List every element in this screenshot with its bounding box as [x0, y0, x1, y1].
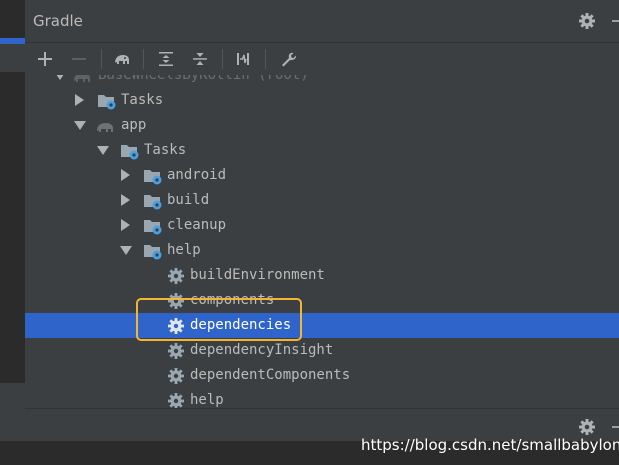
- editor-edge: [0, 0, 25, 465]
- elephant-icon: [95, 116, 115, 136]
- task-folder-icon: [120, 141, 140, 161]
- gear-icon: [166, 391, 186, 408]
- tree-row-task[interactable]: buildEnvironment: [25, 263, 619, 288]
- tree-row-help[interactable]: help: [25, 238, 619, 263]
- gear-icon: [166, 341, 186, 361]
- gear-icon[interactable]: [578, 418, 596, 436]
- hide-icon[interactable]: [612, 20, 619, 22]
- tree-row-label: android: [167, 167, 227, 183]
- tree-row-label: dependencyInsight: [190, 342, 334, 358]
- remove-icon[interactable]: [67, 47, 91, 71]
- tree-row-label: buildEnvironment: [190, 267, 325, 283]
- chevron-right-icon[interactable]: [121, 194, 130, 206]
- tree-row-project[interactable]: BaseWheelsByKotlin (root): [25, 75, 619, 88]
- tree-row-tasks[interactable]: Tasks: [25, 88, 619, 113]
- gear-icon: [166, 366, 186, 386]
- hide-icon[interactable]: [612, 426, 619, 428]
- tool-window-header: Gradle: [25, 0, 619, 43]
- toolbar-separator: [265, 49, 266, 69]
- tree-row-label: cleanup: [167, 217, 227, 233]
- tree-row-task[interactable]: dependentComponents: [25, 363, 619, 388]
- tree-row-app[interactable]: app: [25, 113, 619, 138]
- toolbar-separator: [222, 49, 223, 69]
- gradle-task-tree: BaseWheelsByKotlin (root) Tasks app Task…: [25, 75, 619, 408]
- chevron-down-icon[interactable]: [54, 75, 66, 80]
- task-folder-icon: [143, 241, 163, 261]
- add-icon[interactable]: [33, 47, 57, 71]
- gradle-tool-window: Gradle BaseWheelsByKotlin (root) Tasks a…: [25, 0, 619, 408]
- tree-row-label: Tasks: [121, 92, 164, 108]
- tree-row-label: build: [167, 192, 210, 208]
- tree-row-label: help: [190, 392, 224, 408]
- gear-icon[interactable]: [578, 12, 596, 30]
- annotation-highlight-box: [136, 298, 302, 341]
- chevron-down-icon[interactable]: [74, 121, 86, 130]
- tree-row-cleanup[interactable]: cleanup: [25, 213, 619, 238]
- chevron-right-icon[interactable]: [121, 219, 130, 231]
- task-folder-icon: [143, 166, 163, 186]
- wrench-icon[interactable]: [276, 47, 300, 71]
- chevron-right-icon[interactable]: [75, 94, 84, 106]
- tree-row-label: dependentComponents: [190, 367, 351, 383]
- tree-row-label: help: [167, 242, 201, 258]
- toolbar-separator: [143, 49, 144, 69]
- tree-row-task-selected[interactable]: dependencies: [25, 313, 619, 338]
- gear-icon: [166, 266, 186, 286]
- task-folder-icon: [97, 91, 117, 111]
- tree-row-build[interactable]: build: [25, 188, 619, 213]
- toggle-offline-icon[interactable]: [231, 47, 255, 71]
- watermark-text: https://blog.csdn.net/smallbabylong: [361, 436, 619, 454]
- chevron-down-icon[interactable]: [97, 146, 109, 155]
- task-folder-icon: [143, 216, 163, 236]
- collapse-all-icon[interactable]: [188, 47, 212, 71]
- tree-row-label: Tasks: [144, 142, 187, 158]
- chevron-down-icon[interactable]: [120, 246, 132, 255]
- tree-row-task[interactable]: help: [25, 388, 619, 408]
- tree-row-tasks[interactable]: Tasks: [25, 138, 619, 163]
- tool-window-title: Gradle: [33, 12, 83, 30]
- toolbar-separator: [101, 49, 102, 69]
- expand-all-icon[interactable]: [154, 47, 178, 71]
- gradle-toolbar: [25, 43, 619, 75]
- tree-row-label: app: [121, 117, 147, 133]
- task-folder-icon: [143, 191, 163, 211]
- tree-row-android[interactable]: android: [25, 163, 619, 188]
- tree-row-task[interactable]: dependencyInsight: [25, 338, 619, 363]
- tree-row-label: BaseWheelsByKotlin (root): [98, 75, 309, 83]
- elephant-icon[interactable]: [110, 47, 134, 71]
- chevron-right-icon[interactable]: [121, 169, 130, 181]
- elephant-icon: [72, 75, 92, 86]
- tree-row-task[interactable]: components: [25, 288, 619, 313]
- editor-tab-strip: [0, 44, 25, 72]
